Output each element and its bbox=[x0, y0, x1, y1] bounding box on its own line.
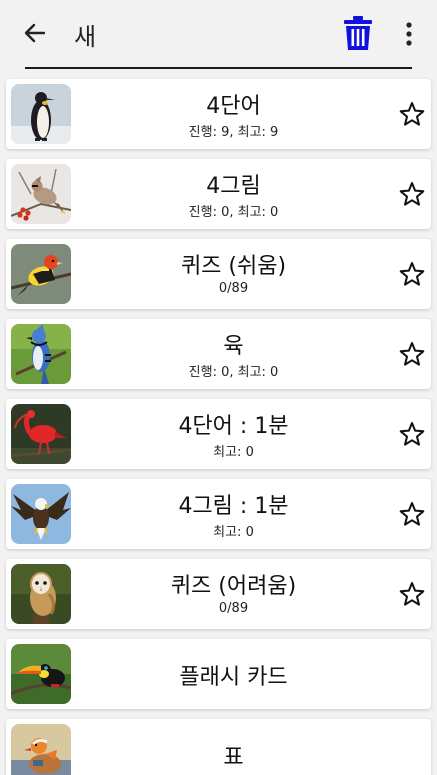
item-title: 육 bbox=[223, 334, 244, 359]
star-outline-icon[interactable] bbox=[399, 101, 425, 127]
back-button[interactable] bbox=[20, 18, 50, 48]
top-app-bar: 새 bbox=[0, 0, 437, 70]
star-outline-icon[interactable] bbox=[399, 581, 425, 607]
star-outline-icon[interactable] bbox=[399, 261, 425, 287]
item-title: 4단어 : 1분 bbox=[178, 414, 289, 439]
item-subtitle: 최고: 0 bbox=[213, 445, 254, 460]
item-title: 퀴즈 (어려움) bbox=[170, 574, 297, 599]
star-outline-icon[interactable] bbox=[399, 501, 425, 527]
header-divider bbox=[25, 67, 412, 69]
star-outline-icon[interactable] bbox=[399, 181, 425, 207]
mandarin-duck-image bbox=[11, 724, 71, 775]
list-item-4-pictures-1min[interactable]: 4그림 : 1분 최고: 0 bbox=[6, 479, 431, 549]
list-item-4-words-1min[interactable]: 4단어 : 1분 최고: 0 bbox=[6, 399, 431, 469]
arrow-left-icon bbox=[24, 23, 46, 43]
list-item-quiz-hard[interactable]: 퀴즈 (어려움) 0/89 bbox=[6, 559, 431, 629]
item-title: 4단어 bbox=[206, 94, 261, 119]
item-title: 플래시 카드 bbox=[179, 665, 288, 690]
list-item-4-pictures[interactable]: 4그림 진행: 0, 최고: 0 bbox=[6, 159, 431, 229]
star-outline-icon[interactable] bbox=[399, 421, 425, 447]
item-title: 4그림 : 1분 bbox=[178, 494, 289, 519]
blue-jay-image bbox=[11, 324, 71, 384]
trash-icon bbox=[344, 16, 372, 50]
item-subtitle: 진행: 9, 최고: 9 bbox=[188, 125, 279, 140]
toucan-image bbox=[11, 644, 71, 704]
item-subtitle: 0/89 bbox=[218, 601, 249, 616]
delete-button[interactable] bbox=[343, 15, 373, 51]
item-title: 4그림 bbox=[206, 174, 261, 199]
more-vert-icon bbox=[406, 22, 412, 46]
bald-eagle-image bbox=[11, 484, 71, 544]
item-subtitle: 진행: 0, 최고: 0 bbox=[188, 205, 279, 220]
list-item-six[interactable]: 육 진행: 0, 최고: 0 bbox=[6, 319, 431, 389]
star-outline-icon[interactable] bbox=[399, 341, 425, 367]
item-title: 퀴즈 (쉬움) bbox=[180, 254, 287, 279]
list-item-4-words[interactable]: 4단어 진행: 9, 최고: 9 bbox=[6, 79, 431, 149]
tanager-image bbox=[11, 244, 71, 304]
scarlet-ibis-image bbox=[11, 404, 71, 464]
waxwing-image bbox=[11, 164, 71, 224]
list-item-table[interactable]: 표 bbox=[6, 719, 431, 775]
page-title: 새 bbox=[74, 23, 97, 51]
barn-owl-image bbox=[11, 564, 71, 624]
item-title: 표 bbox=[223, 745, 244, 770]
list-item-quiz-easy[interactable]: 퀴즈 (쉬움) 0/89 bbox=[6, 239, 431, 309]
item-subtitle: 0/89 bbox=[218, 281, 249, 296]
item-subtitle: 진행: 0, 최고: 0 bbox=[188, 365, 279, 380]
item-subtitle: 최고: 0 bbox=[213, 525, 254, 540]
list-item-flash-cards[interactable]: 플래시 카드 bbox=[6, 639, 431, 709]
menu-list: 4단어 진행: 9, 최고: 9 4그림 진행: 0, 최고: 0 퀴즈 (쉬움… bbox=[6, 79, 431, 775]
penguin-image bbox=[11, 84, 71, 144]
more-options-button[interactable] bbox=[398, 20, 420, 48]
